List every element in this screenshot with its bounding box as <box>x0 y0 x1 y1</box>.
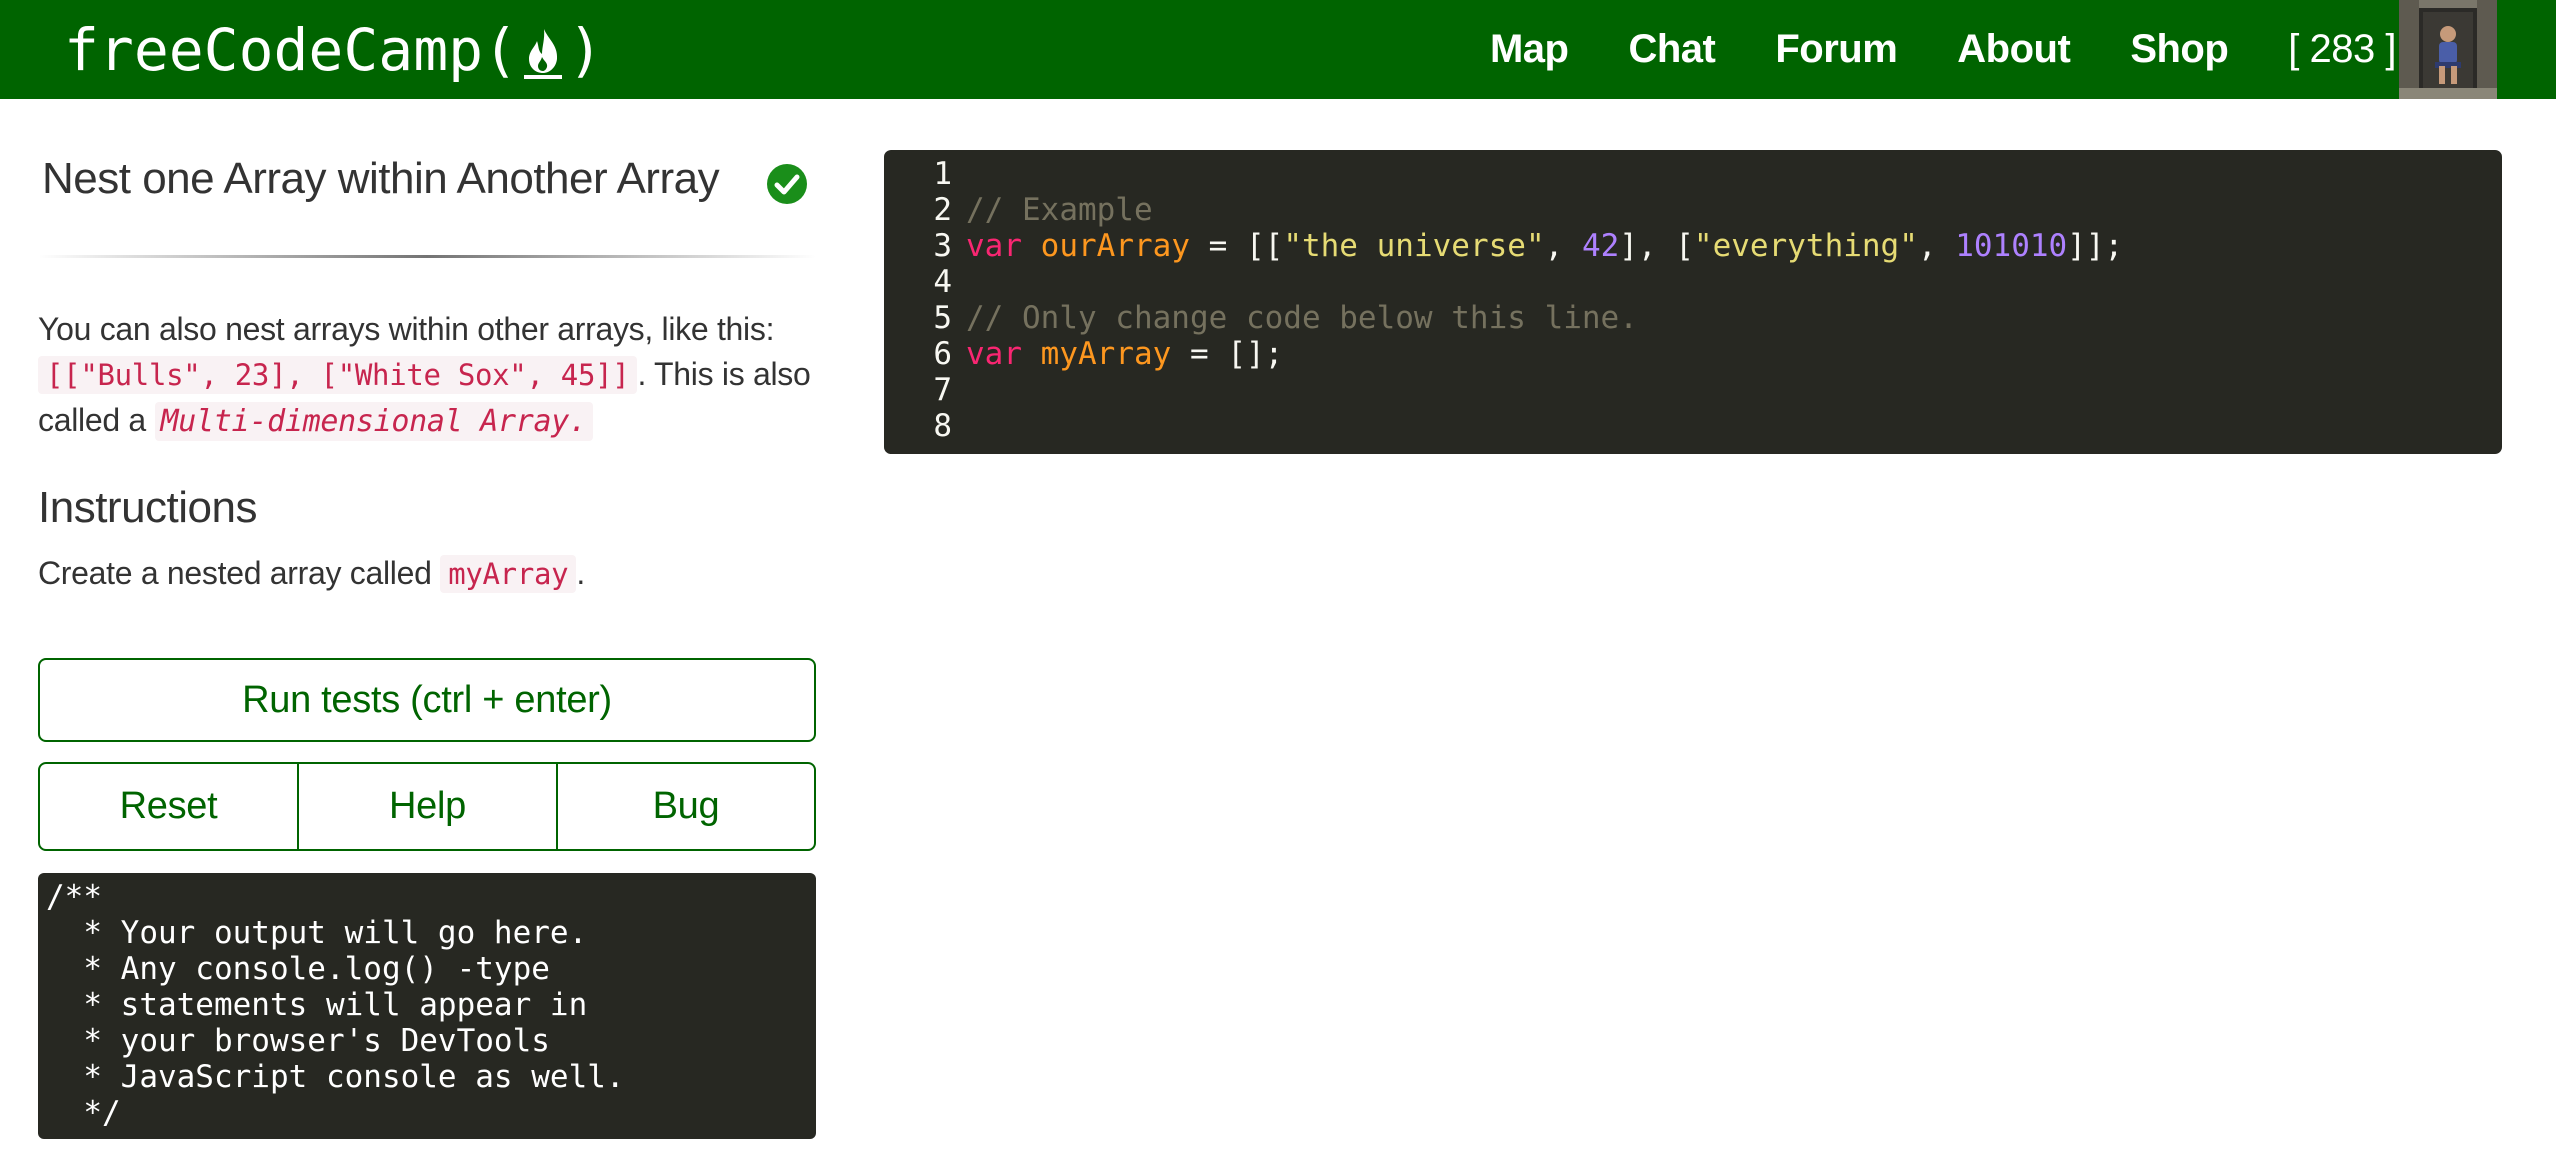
code-text: // Only change code below this line. <box>966 300 1638 336</box>
run-tests-button[interactable]: Run tests (ctrl + enter) <box>38 658 816 742</box>
code-token-punct <box>1022 228 1041 264</box>
nav-link-shop[interactable]: Shop <box>2130 27 2228 72</box>
reset-button[interactable]: Reset <box>38 762 299 851</box>
brand-close-paren: ) <box>567 16 603 84</box>
title-divider <box>38 255 816 258</box>
code-token-number: 42 <box>1581 228 1620 264</box>
code-token-number: 101010 <box>1955 228 2068 264</box>
button-group: Reset Help Bug <box>38 762 816 851</box>
term-code: Multi-dimensional Array. <box>154 402 593 441</box>
code-line[interactable]: 7 <box>884 372 2502 408</box>
code-line[interactable]: 1 <box>884 156 2502 192</box>
code-text: var ourArray = [["the universe", 42], ["… <box>966 228 2123 264</box>
code-token-def: myArray <box>1040 336 1172 372</box>
code-token-keyword: var <box>966 228 1022 264</box>
nav-link-about[interactable]: About <box>1957 27 2071 72</box>
code-token-comment: // Example <box>966 192 1153 228</box>
description-text: You can also nest arrays within other ar… <box>38 311 775 347</box>
code-token-punct: = [[ <box>1189 228 1284 264</box>
brand-open-paren: ( <box>483 16 518 84</box>
code-text: // Example <box>966 192 1153 228</box>
user-avatar-icon <box>2399 0 2497 99</box>
instructions-code: myArray <box>440 555 577 593</box>
code-token-punct <box>1022 336 1041 372</box>
code-line[interactable]: 6 var myArray = []; <box>884 336 2502 372</box>
challenge-description: You can also nest arrays within other ar… <box>38 307 828 444</box>
code-token-punct: ]]; <box>2067 228 2124 264</box>
code-line[interactable]: 2 // Example <box>884 192 2502 228</box>
line-number: 2 <box>933 192 952 228</box>
line-number: 6 <box>933 336 952 372</box>
bug-button[interactable]: Bug <box>556 762 816 851</box>
code-token-punct: = []; <box>1171 336 1284 372</box>
example-code: [["Bulls", 23], ["White Sox", 45]] <box>38 356 638 394</box>
line-number: 1 <box>933 156 952 192</box>
code-token-string: "the universe" <box>1283 228 1545 264</box>
navbar: freeCodeCamp( ) Map Chat Forum About Sho… <box>0 0 2556 99</box>
check-circle-icon <box>766 163 808 205</box>
code-token-punct: , <box>1544 228 1582 264</box>
code-line[interactable]: 4 <box>884 264 2502 300</box>
code-token-punct: ], [ <box>1619 228 1694 264</box>
flame-icon <box>520 23 566 81</box>
challenge-title: Nest one Array within Another Array <box>42 154 720 203</box>
avatar[interactable] <box>2399 0 2497 99</box>
code-token-keyword: var <box>966 336 1022 372</box>
code-editor[interactable]: 1 2 // Example 3 var ourArray = [["the unive… <box>884 150 2502 454</box>
output-console[interactable]: /** * Your output will go here. * Any co… <box>38 873 816 1139</box>
instructions-text-1: Create a nested array called <box>38 555 441 591</box>
help-button[interactable]: Help <box>297 762 558 851</box>
code-token-punct: , <box>1917 228 1956 264</box>
brand-logo[interactable]: freeCodeCamp( ) <box>64 6 603 94</box>
code-token-def: ourArray <box>1040 228 1190 264</box>
nav-link-chat[interactable]: Chat <box>1628 27 1715 72</box>
line-number: 3 <box>933 228 952 264</box>
instructions-text: Create a nested array called myArray. <box>38 551 585 597</box>
nav-links: Map Chat Forum About Shop [ 283 ] <box>1430 0 2397 99</box>
line-number: 5 <box>933 300 952 336</box>
instructions-heading: Instructions <box>38 483 257 532</box>
nav-link-forum[interactable]: Forum <box>1775 27 1897 72</box>
line-number: 7 <box>933 372 952 408</box>
code-line[interactable]: 5 // Only change code below this line. <box>884 300 2502 336</box>
code-line[interactable]: 8 <box>884 408 2502 444</box>
instructions-text-2: . <box>576 555 585 591</box>
code-token-string: "everything" <box>1693 228 1918 264</box>
brand-text: freeCodeCamp <box>64 16 484 84</box>
line-number: 4 <box>933 264 952 300</box>
code-token-comment: // Only change code below this line. <box>966 300 1638 336</box>
nav-link-map[interactable]: Map <box>1490 27 1569 72</box>
code-text: var myArray = []; <box>966 336 1283 372</box>
points-counter: [ 283 ] <box>2288 27 2396 71</box>
line-number: 8 <box>933 408 952 444</box>
code-line[interactable]: 3 var ourArray = [["the universe", 42], [… <box>884 228 2502 264</box>
